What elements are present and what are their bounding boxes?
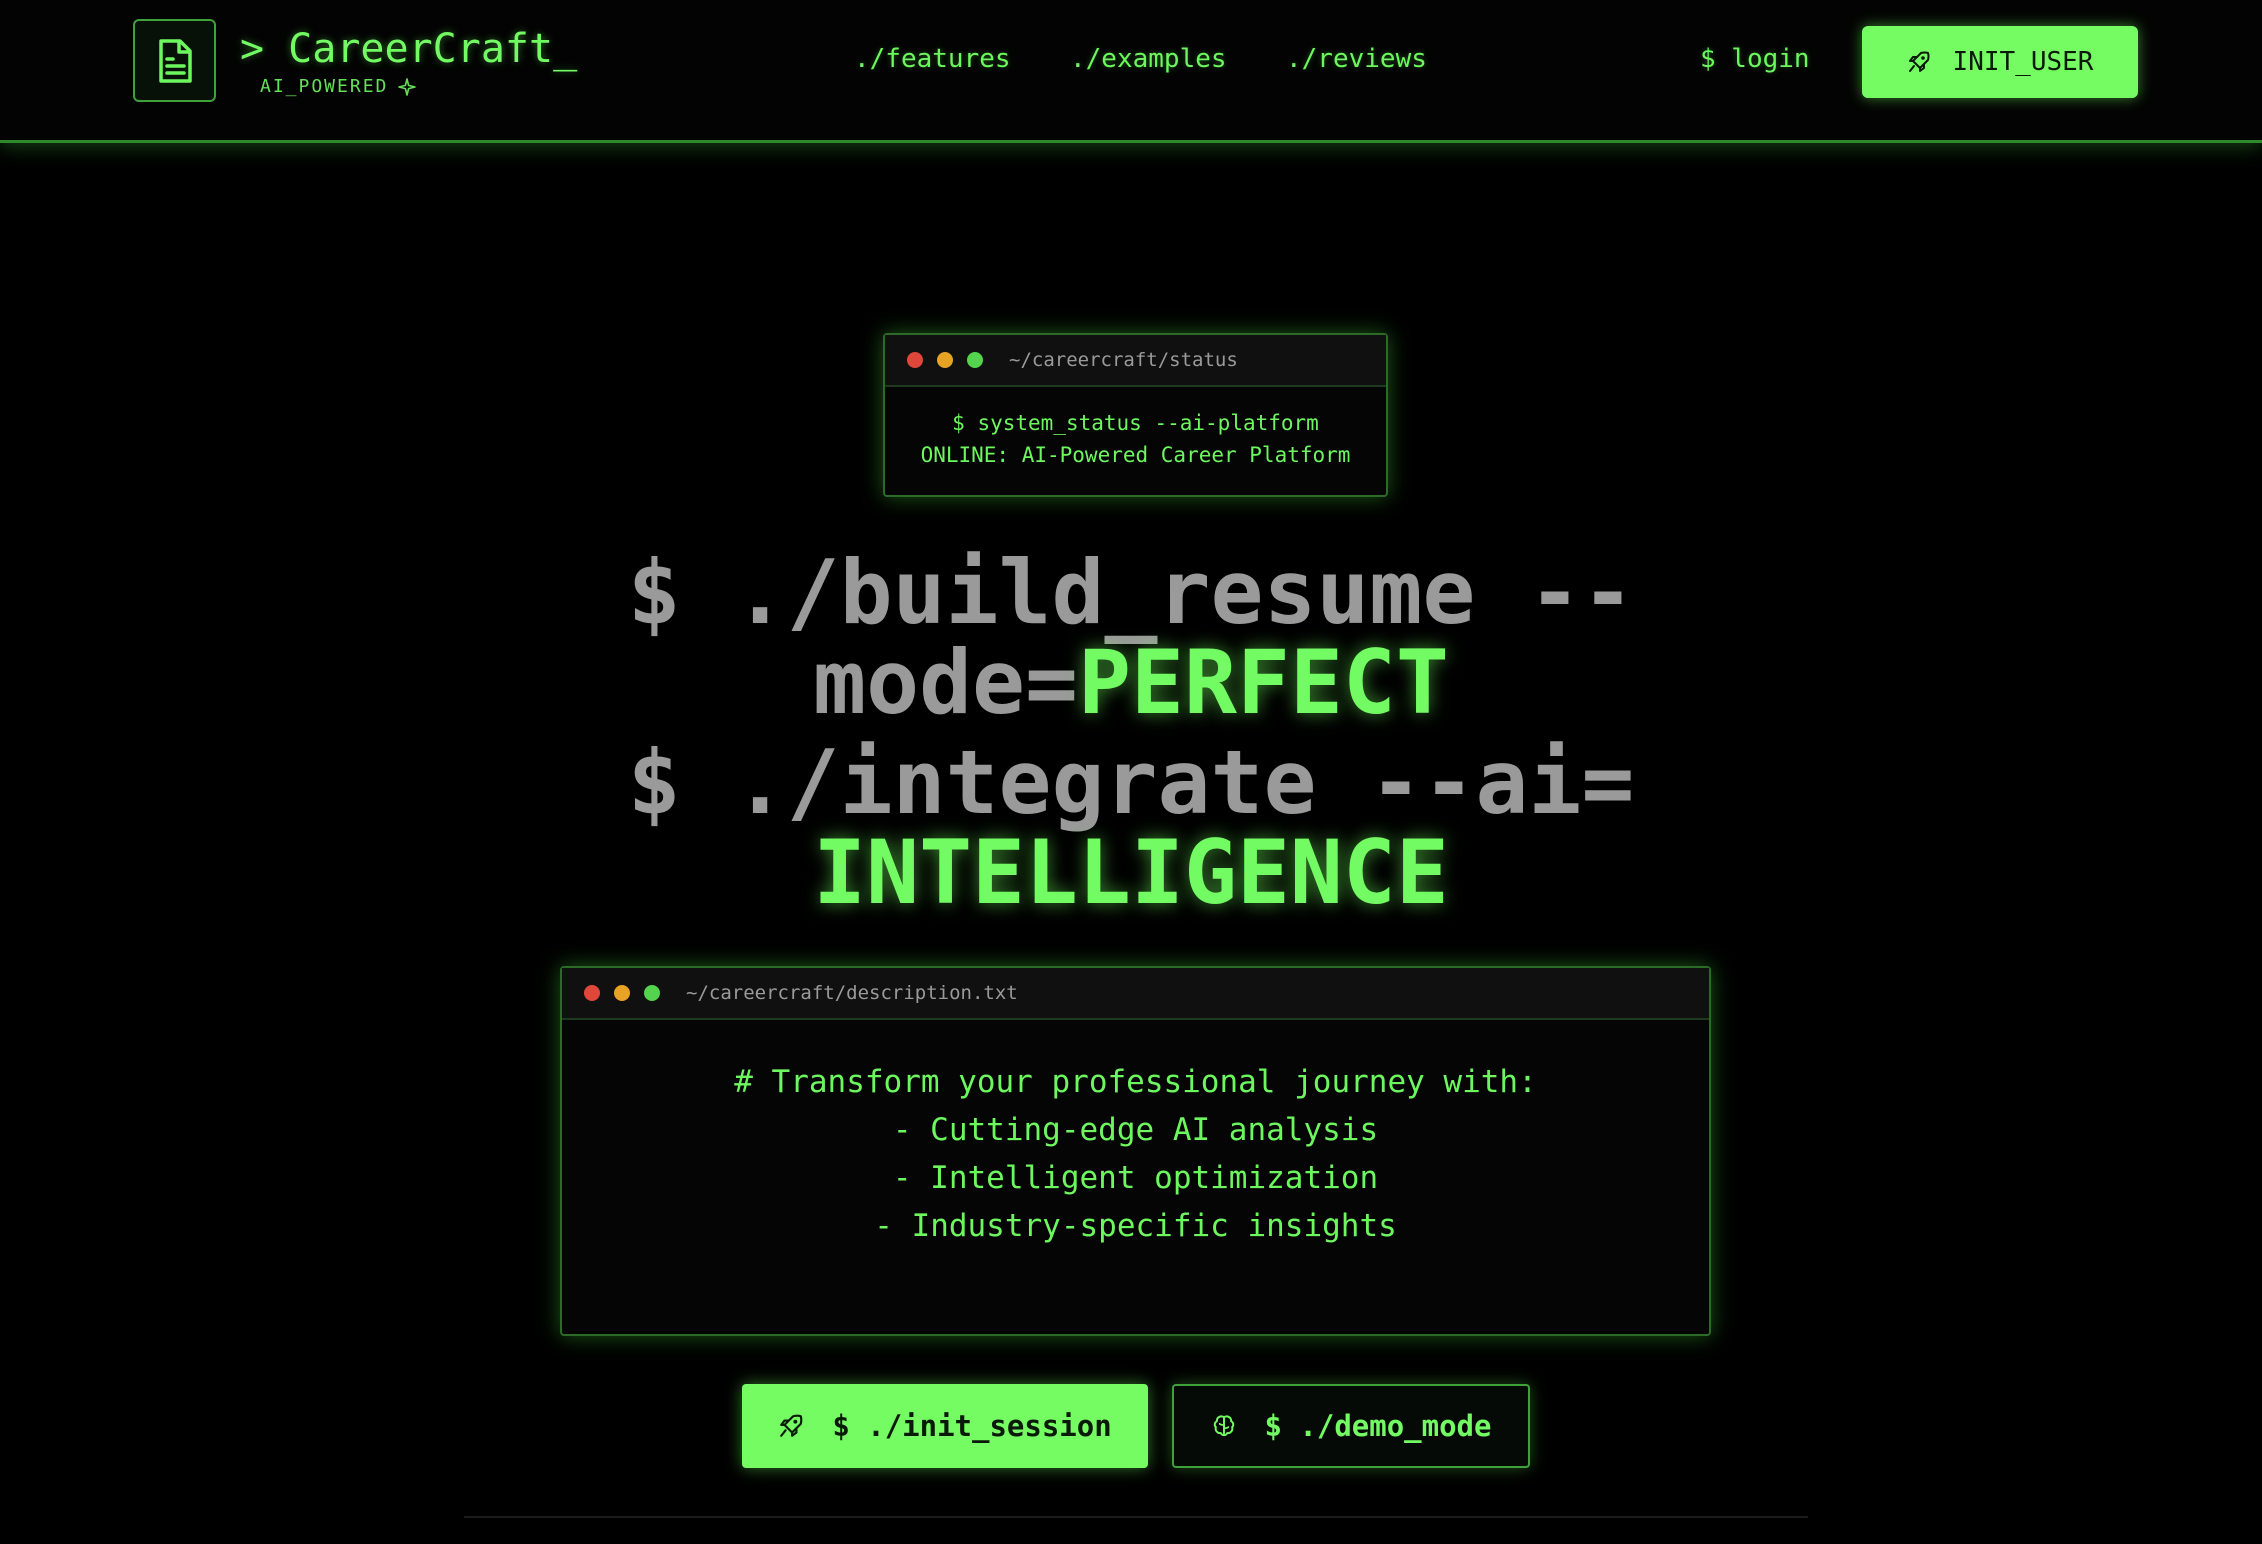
status-command: $ system_status --ai-platform <box>952 411 1319 435</box>
brand-tag-text: AI_POWERED <box>260 76 389 97</box>
terminal-titlebar: ~/careercraft/status <box>885 335 1386 387</box>
init-user-button[interactable]: INIT_USER <box>1862 26 2138 98</box>
description-item: - Cutting-edge AI analysis <box>892 1112 1379 1148</box>
description-heading: # Transform your professional journey wi… <box>734 1064 1537 1100</box>
close-dot <box>907 352 923 368</box>
minimize-dot <box>614 985 630 1001</box>
minimize-dot <box>937 352 953 368</box>
maximize-dot <box>967 352 983 368</box>
nav-link-reviews[interactable]: ./reviews <box>1286 44 1427 74</box>
sparkle-icon <box>398 77 417 96</box>
brain-icon <box>1213 1415 1234 1437</box>
demo-mode-button[interactable]: $ ./demo_mode <box>1172 1384 1530 1468</box>
status-output: ONLINE: AI-Powered Career Platform <box>920 443 1351 467</box>
status-terminal: ~/careercraft/status $ system_status --a… <box>883 333 1388 497</box>
headline-intelligence: INTELLIGENCE <box>813 821 1449 924</box>
init-user-label: INIT_USER <box>1952 47 2094 77</box>
brand-name[interactable]: > CareerCraft_ <box>240 26 577 72</box>
terminal-path: ~/careercraft/description.txt <box>686 982 1018 1004</box>
init-session-label: $ ./init_session <box>832 1409 1112 1443</box>
headline-line-1: $ ./build_resume -- <box>627 541 1635 644</box>
nav-link-features[interactable]: ./features <box>854 44 1011 74</box>
top-navbar: > CareerCraft_ AI_POWERED ./features ./e… <box>0 0 2262 143</box>
login-link[interactable]: $ login <box>1700 44 1810 74</box>
logo-button[interactable] <box>133 19 216 102</box>
nav-link-examples[interactable]: ./examples <box>1070 44 1227 74</box>
brand-tagline: AI_POWERED <box>260 76 417 97</box>
terminal-path: ~/careercraft/status <box>1009 349 1238 371</box>
headline-mode-text: mode= <box>813 631 1079 734</box>
description-item: - Industry-specific insights <box>874 1208 1397 1244</box>
description-item: - Intelligent optimization <box>892 1160 1379 1196</box>
terminal-titlebar: ~/careercraft/description.txt <box>562 968 1709 1020</box>
init-session-button[interactable]: $ ./init_session <box>742 1384 1148 1468</box>
headline-line-3: $ ./integrate --ai= <box>627 731 1635 834</box>
section-divider <box>464 1516 1808 1518</box>
headline-line-2: mode=PERFECT <box>0 638 2262 728</box>
demo-mode-label: $ ./demo_mode <box>1264 1409 1492 1443</box>
close-dot <box>584 985 600 1001</box>
rocket-icon <box>1908 51 1929 72</box>
maximize-dot <box>644 985 660 1001</box>
headline-perfect: PERFECT <box>1078 631 1449 734</box>
document-icon <box>158 38 192 83</box>
rocket-icon <box>780 1414 803 1437</box>
description-terminal: ~/careercraft/description.txt # Transfor… <box>560 966 1711 1336</box>
